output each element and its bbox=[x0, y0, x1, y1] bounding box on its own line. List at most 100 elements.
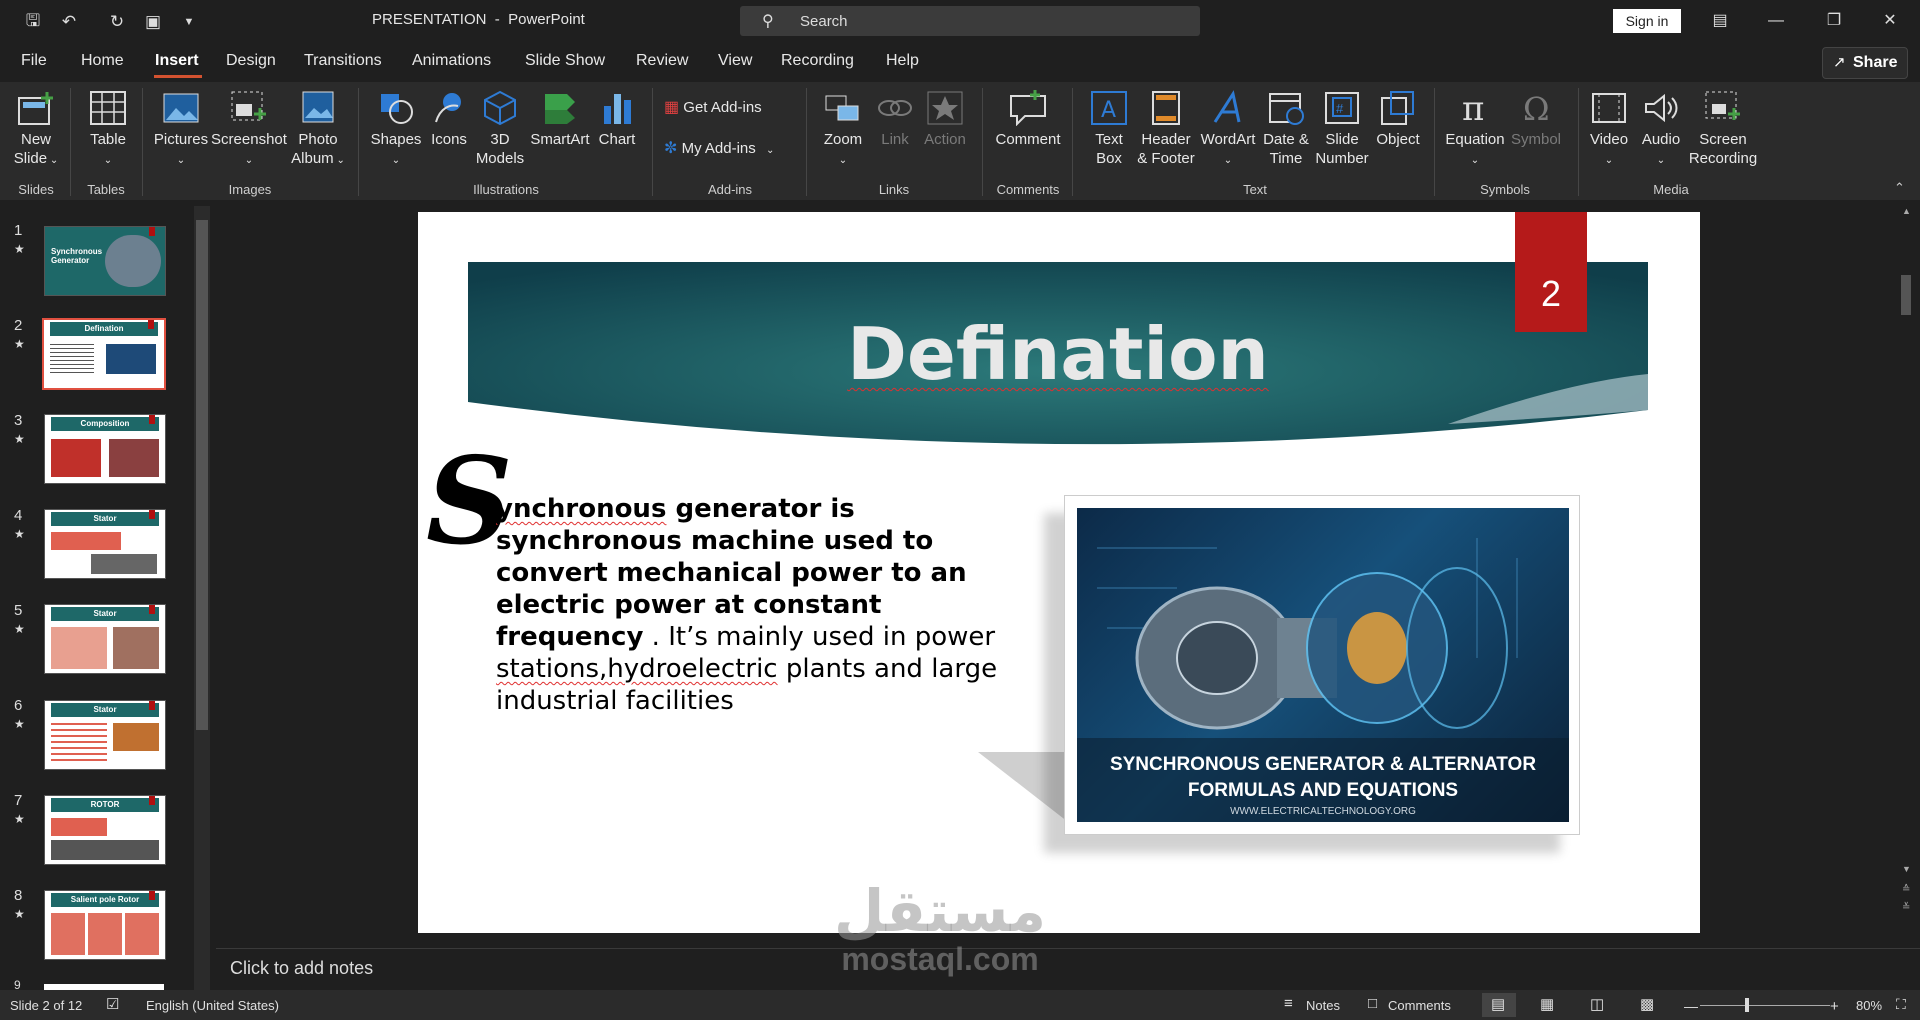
language-indicator[interactable]: English (United States) bbox=[146, 998, 279, 1013]
3d-models-button[interactable]: 3D Models bbox=[472, 90, 528, 168]
present-icon[interactable]: ▣ bbox=[140, 9, 166, 35]
slide-thumbnail-3[interactable]: Composition bbox=[44, 414, 166, 484]
new-slide-button[interactable]: New Slide ⌄ bbox=[8, 90, 64, 170]
zoom-in-icon[interactable]: + bbox=[1830, 998, 1839, 1015]
slide-thumbnail-6[interactable]: Stator bbox=[44, 700, 166, 770]
notes-placeholder[interactable]: Click to add notes bbox=[230, 958, 373, 979]
shapes-button[interactable]: Shapes ⌄ bbox=[366, 90, 426, 170]
slide-thumbnail-8[interactable]: Salient pole Rotor bbox=[44, 890, 166, 960]
thumbnail-scroll-thumb[interactable] bbox=[196, 220, 208, 730]
symbol-button[interactable]: Ω Symbol bbox=[1508, 90, 1564, 149]
my-addins-button[interactable]: ✼ My Add-ins ⌄ bbox=[664, 139, 794, 160]
scroll-down-icon[interactable]: ▼ bbox=[1902, 864, 1911, 874]
body-text[interactable]: ynchronous generator is synchronous mach… bbox=[496, 493, 1016, 717]
tab-home[interactable]: Home bbox=[81, 52, 124, 70]
video-button[interactable]: Video ⌄ bbox=[1584, 90, 1634, 170]
tab-recording[interactable]: Recording bbox=[781, 52, 854, 70]
get-addins-button[interactable]: ▦ Get Add-ins bbox=[664, 98, 794, 117]
link-button[interactable]: Link bbox=[870, 90, 920, 149]
slide-thumbnail-5[interactable]: Stator bbox=[44, 604, 166, 674]
zoom-slider-knob[interactable] bbox=[1745, 998, 1749, 1012]
smartart-button[interactable]: SmartArt bbox=[528, 90, 592, 149]
thumb-title: Stator bbox=[51, 703, 159, 717]
previous-slide-icon[interactable]: ≙ bbox=[1902, 884, 1910, 895]
notes-button[interactable]: Notes bbox=[1306, 998, 1340, 1013]
object-button[interactable]: Object bbox=[1370, 90, 1426, 149]
audio-button[interactable]: Audio ⌄ bbox=[1636, 90, 1686, 170]
slide-title[interactable]: Defination bbox=[468, 312, 1648, 396]
editor-scroll-thumb[interactable] bbox=[1901, 275, 1911, 315]
separator bbox=[1434, 88, 1435, 196]
store-icon: ▦ bbox=[664, 99, 680, 116]
customize-quick-access-icon[interactable]: ▼ bbox=[176, 9, 202, 35]
next-slide-icon[interactable]: ≚ bbox=[1902, 902, 1910, 913]
slide-thumbnail-4[interactable]: Stator bbox=[44, 509, 166, 579]
save-icon[interactable]: 🖫 bbox=[20, 9, 46, 35]
screen-recording-button[interactable]: Screen Recording bbox=[1688, 90, 1758, 168]
image-caption-line-1: SYNCHRONOUS GENERATOR & ALTERNATOR bbox=[1109, 754, 1537, 775]
tab-transitions[interactable]: Transitions bbox=[304, 52, 382, 70]
date-time-button[interactable]: Date & Time bbox=[1258, 90, 1314, 168]
tab-review[interactable]: Review bbox=[636, 52, 688, 70]
share-button[interactable]: ↗ Share bbox=[1822, 47, 1908, 79]
slide-thumbnail-7[interactable]: ROTOR bbox=[44, 795, 166, 865]
notes-icon[interactable]: ≡ bbox=[1284, 995, 1293, 1012]
ribbon-tabs bbox=[0, 44, 1920, 80]
slide-thumbnail-2[interactable]: Defination bbox=[42, 318, 166, 390]
restore-icon[interactable]: ❐ bbox=[1812, 6, 1856, 36]
chart-button[interactable]: Chart bbox=[592, 90, 642, 149]
slide-thumbnail-1[interactable]: Synchronous Generator bbox=[44, 226, 166, 296]
status-bar bbox=[0, 990, 1920, 1020]
zoom-level[interactable]: 80% bbox=[1856, 998, 1882, 1013]
header-footer-icon bbox=[1152, 91, 1180, 125]
slide-number-button[interactable]: # Slide Number bbox=[1314, 90, 1370, 168]
slide-canvas[interactable]: Defination 2 S ynchronous generator is s… bbox=[418, 212, 1700, 933]
zoom-button[interactable]: Zoom ⌄ bbox=[818, 90, 868, 170]
action-button[interactable]: Action bbox=[920, 90, 970, 149]
speaker-icon bbox=[1645, 93, 1678, 123]
close-icon[interactable]: ✕ bbox=[1868, 6, 1912, 36]
collapse-ribbon-icon[interactable]: ⌃ bbox=[1894, 180, 1905, 196]
reading-view-icon[interactable]: ◫ bbox=[1590, 995, 1604, 1013]
separator bbox=[142, 88, 143, 196]
wordart-button[interactable]: WordArt ⌄ bbox=[1198, 90, 1258, 170]
tab-slide-show[interactable]: Slide Show bbox=[525, 52, 605, 70]
pictures-button[interactable]: Pictures ⌄ bbox=[152, 90, 210, 170]
tab-animations[interactable]: Animations bbox=[412, 52, 491, 70]
slide-number-box: 2 bbox=[1515, 212, 1587, 332]
sign-in-button[interactable]: Sign in bbox=[1613, 9, 1681, 33]
slide-show-icon[interactable]: ▩ bbox=[1640, 995, 1654, 1013]
tab-view[interactable]: View bbox=[718, 52, 752, 70]
image-frame[interactable]: SYNCHRONOUS GENERATOR & ALTERNATOR FORMU… bbox=[1064, 495, 1580, 835]
redo-icon[interactable]: ↻ bbox=[104, 9, 130, 35]
comments-icon[interactable]: □ bbox=[1368, 995, 1377, 1012]
ribbon-display-icon[interactable]: ▤ bbox=[1698, 6, 1742, 36]
tab-design[interactable]: Design bbox=[226, 52, 276, 70]
screenshot-button[interactable]: Screenshot ⌄ bbox=[211, 90, 287, 170]
video-label: Video bbox=[1589, 131, 1629, 148]
header-footer-button[interactable]: Header & Footer bbox=[1134, 90, 1198, 168]
fit-to-window-icon[interactable]: ⛶ bbox=[1896, 996, 1906, 1013]
tab-insert[interactable]: Insert bbox=[155, 52, 199, 70]
undo-icon[interactable]: ↶ bbox=[56, 9, 82, 35]
tab-help[interactable]: Help bbox=[886, 52, 919, 70]
icons-label: Icons bbox=[431, 131, 467, 148]
video-icon bbox=[1592, 93, 1626, 123]
comments-button[interactable]: Comments bbox=[1388, 998, 1451, 1013]
zoom-out-icon[interactable]: — bbox=[1684, 998, 1698, 1014]
search-box[interactable]: ⚲ Search bbox=[740, 6, 1200, 36]
text-box-button[interactable]: A Text Box bbox=[1084, 90, 1134, 168]
zoom-slider-track[interactable] bbox=[1700, 1005, 1830, 1006]
equation-button[interactable]: π Equation ⌄ bbox=[1442, 90, 1508, 170]
table-button[interactable]: Table ⌄ bbox=[80, 90, 136, 170]
animation-star-icon: ★ bbox=[14, 622, 25, 636]
accessibility-icon[interactable]: ☑ bbox=[106, 995, 119, 1013]
tab-file[interactable]: File bbox=[21, 52, 47, 70]
wordart-icon bbox=[1213, 90, 1241, 123]
photo-album-button[interactable]: Photo Album ⌄ bbox=[290, 90, 346, 170]
comment-button[interactable]: Comment bbox=[994, 90, 1062, 149]
slide-sorter-icon[interactable]: ▦ bbox=[1540, 995, 1554, 1013]
scroll-up-icon[interactable]: ▲ bbox=[1902, 206, 1911, 216]
icons-button[interactable]: Icons bbox=[426, 90, 472, 149]
minimize-icon[interactable]: — bbox=[1754, 6, 1798, 36]
